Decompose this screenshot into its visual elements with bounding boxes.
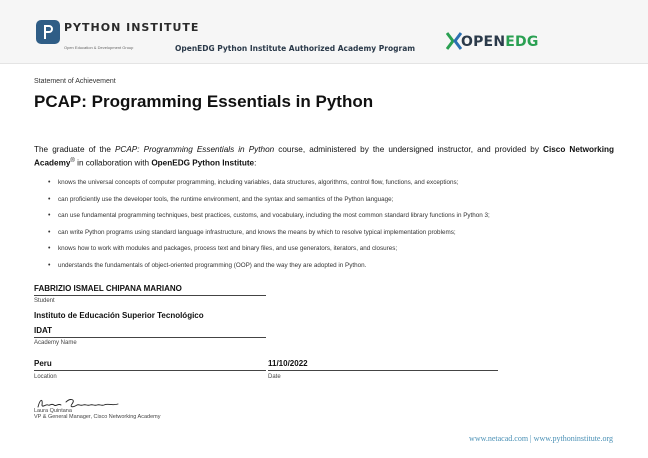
openedg-wordmark: OPENEDG	[461, 34, 539, 50]
skill-item: knows how to work with modules and packa…	[48, 244, 628, 261]
skill-item: can proficiently use the developer tools…	[48, 195, 628, 212]
footer-urls: www.netacad.com | www.pythoninstitute.or…	[469, 434, 613, 443]
program-title: OpenEDG Python Institute Authorized Acad…	[175, 44, 416, 53]
openedg-edg-text: EDG	[505, 34, 539, 50]
intro-openedg-name: OpenEDG Python Institute	[151, 158, 255, 168]
intro-text-4: :	[254, 158, 257, 168]
location-label: Location	[34, 374, 57, 380]
institution-name: Instituto de Educación Superior Tecnológ…	[34, 311, 204, 320]
student-divider	[34, 295, 266, 296]
skill-item: understands the fundamentals of object-o…	[48, 261, 628, 278]
skills-list: knows the universal concepts of computer…	[48, 178, 628, 278]
certificate-header: PYTHON INSTITUTE Open Education & Develo…	[0, 0, 648, 64]
intro-text-2: course, administered by the undersigned …	[274, 145, 544, 154]
academy-label: Academy Name	[34, 340, 77, 346]
signatory-role: VP & General Manager, Cisco Networking A…	[34, 414, 161, 420]
intro-text-3: in collaboration with	[74, 158, 152, 168]
date-label: Date	[268, 374, 281, 380]
python-institute-logo-icon	[36, 20, 60, 44]
intro-text-1: The graduate of the	[34, 145, 115, 154]
python-institute-subtitle: Open Education & Development Group	[64, 45, 134, 50]
location-divider	[34, 370, 266, 371]
location-value: Peru	[34, 359, 52, 368]
student-name: FABRIZIO ISMAEL CHIPANA MARIANO	[34, 284, 182, 293]
certificate-title: PCAP: Programming Essentials in Python	[34, 92, 374, 111]
openedg-x-logo-icon	[446, 32, 462, 50]
skill-item: can write Python programs using standard…	[48, 228, 628, 245]
intro-course-name: PCAP: Programming Essentials in Python	[114, 145, 275, 154]
statement-label: Statement of Achievement	[34, 78, 116, 85]
date-divider	[268, 370, 498, 371]
python-institute-wordmark: PYTHON INSTITUTE	[64, 21, 200, 34]
date-value: 11/10/2022	[268, 359, 308, 368]
skill-item: can use fundamental programming techniqu…	[48, 211, 628, 228]
openedg-open-text: OPEN	[461, 34, 506, 50]
certificate-intro: The graduate of the PCAP: Programming Es…	[34, 145, 614, 169]
academy-name: IDAT	[34, 326, 53, 335]
student-label: Student	[34, 298, 55, 304]
python-p-icon	[44, 25, 53, 39]
skill-item: knows the universal concepts of computer…	[48, 178, 628, 195]
academy-divider	[34, 337, 266, 338]
